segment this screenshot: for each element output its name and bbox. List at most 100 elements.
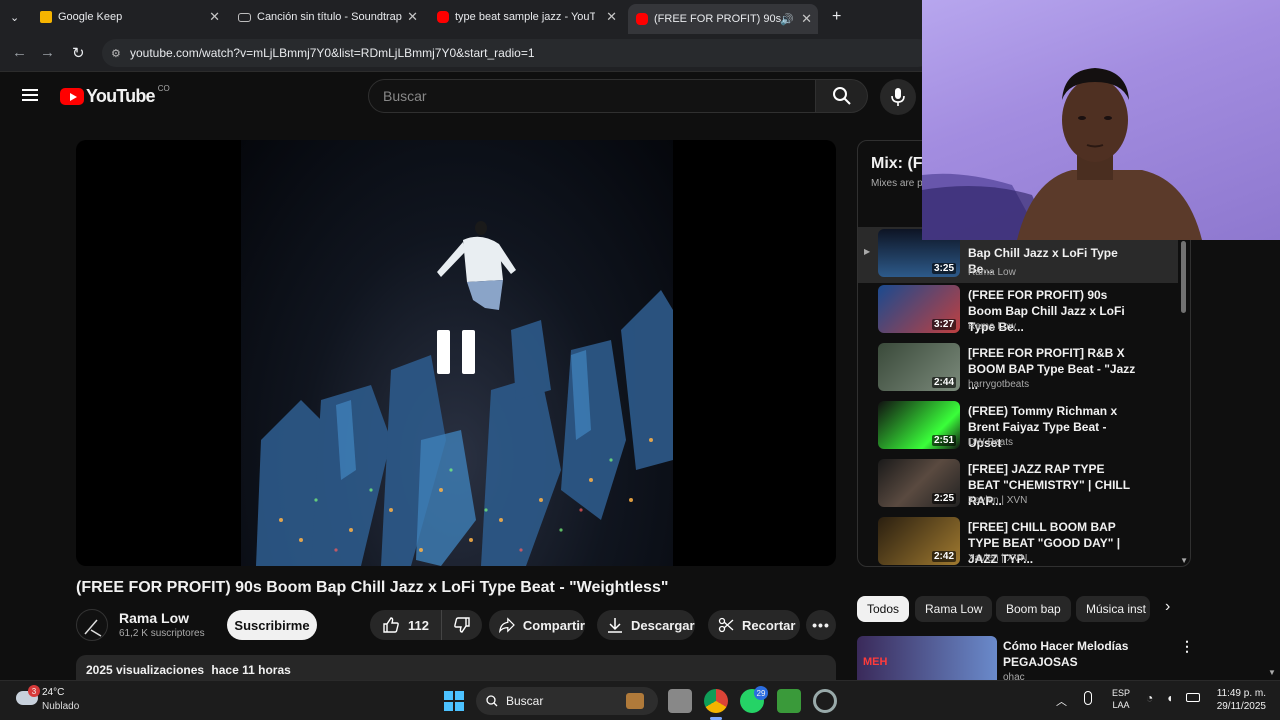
- view-count: 2025 visualizaciones: [86, 663, 205, 677]
- weather-desc: Nublado: [42, 701, 80, 712]
- duration: 2:51: [931, 435, 956, 446]
- more-horizontal-icon: •••: [812, 617, 830, 633]
- weather-widget[interactable]: 3 24°C Nublado: [14, 685, 94, 717]
- playlist-scrollbar[interactable]: [1181, 241, 1186, 313]
- video-player[interactable]: [76, 140, 836, 566]
- share-icon: [499, 617, 515, 633]
- duration: 2:42: [931, 551, 956, 562]
- upload-time: hace 11 horas: [211, 663, 291, 677]
- scroll-down-icon[interactable]: ▼: [1180, 556, 1188, 565]
- address-bar[interactable]: ⚙ youtube.com/watch?v=mLjLBmmj7Y0&list=R…: [102, 39, 932, 67]
- scissors-icon: [718, 617, 734, 633]
- download-icon: [608, 618, 622, 633]
- url-text: youtube.com/watch?v=mLjLBmmj7Y0&list=RDm…: [130, 46, 535, 60]
- settings-gear-icon[interactable]: [813, 689, 837, 713]
- youtube-header: YouTube CO Buscar: [0, 72, 922, 128]
- speaker-icon[interactable]: 🔊: [780, 13, 794, 26]
- tab-label: Canción sin título - Soundtrap: [257, 11, 402, 23]
- search-input[interactable]: Buscar: [368, 79, 816, 113]
- youtube-logo[interactable]: YouTube CO: [60, 84, 170, 107]
- playlist-item-channel: Xavien | XVN: [968, 553, 1028, 564]
- search-placeholder: Buscar: [383, 88, 427, 104]
- close-icon[interactable]: ✕: [407, 9, 418, 25]
- microphone-icon[interactable]: [1084, 691, 1092, 705]
- chrome-icon[interactable]: [704, 689, 728, 713]
- more-actions-button[interactable]: •••: [806, 610, 836, 640]
- chip-musica-inst[interactable]: Música inst: [1076, 596, 1150, 622]
- playlist-item-channel: Rama Low: [968, 267, 1016, 278]
- forward-icon[interactable]: →: [40, 44, 55, 61]
- search-button[interactable]: [816, 79, 868, 113]
- youtube-icon: [437, 11, 449, 23]
- volume-icon[interactable]: ◖: [1166, 691, 1173, 705]
- weather-temp: 24°C: [42, 687, 65, 698]
- site-info-icon[interactable]: ⚙: [111, 47, 121, 60]
- clip-button[interactable]: Recortar: [708, 610, 800, 640]
- browser-tab-bar: ⌄ Google Keep ✕ Canción sin título - Sou…: [0, 0, 922, 34]
- clock[interactable]: 11:49 p. m. 29/11/2025: [1210, 687, 1266, 713]
- file-explorer-icon[interactable]: [668, 689, 692, 713]
- language-top: ESP: [1112, 688, 1131, 698]
- channel-name[interactable]: Rama Low: [119, 610, 189, 626]
- recommended-title[interactable]: Cómo Hacer Melodías PEGAJOSAS: [1003, 638, 1143, 670]
- taskbar-search-label: Buscar: [506, 694, 544, 708]
- dislike-button[interactable]: [442, 610, 482, 640]
- windows-start-icon[interactable]: [444, 691, 464, 711]
- close-icon[interactable]: ✕: [801, 11, 812, 27]
- menu-icon[interactable]: [22, 89, 38, 101]
- share-button[interactable]: Compartir: [489, 610, 585, 640]
- windows-taskbar: 3 24°C Nublado Buscar 29 ︿ ESP LAA ◔ ◖ 1…: [0, 680, 1280, 720]
- playlist-item[interactable]: 3:27 (FREE FOR PROFIT) 90s Boom Bap Chil…: [858, 285, 1178, 337]
- chip-todos[interactable]: Todos: [857, 596, 910, 622]
- recommended-thumbnail[interactable]: MEH: [857, 636, 997, 680]
- playlist-item[interactable]: 2:42 [FREE] CHILL BOOM BAP TYPE BEAT "GO…: [858, 517, 1178, 566]
- battery-icon[interactable]: [1186, 693, 1200, 702]
- microphone-icon: [891, 88, 905, 106]
- chip-label: Boom bap: [1006, 602, 1061, 616]
- webcam-overlay: [922, 0, 1280, 240]
- chevron-up-icon[interactable]: ︿: [1056, 693, 1067, 709]
- more-vertical-icon[interactable]: ⋮: [1180, 638, 1194, 655]
- like-button[interactable]: 112: [370, 610, 442, 640]
- weather-badge: 3: [28, 685, 40, 697]
- playlist-item[interactable]: 2:25 [FREE] JAZZ RAP TYPE BEAT "CHEMISTR…: [858, 459, 1178, 511]
- language-bottom: LAA: [1112, 700, 1130, 710]
- thumbs-down-icon: [454, 617, 470, 633]
- share-label: Compartir: [522, 617, 585, 633]
- voice-search-button[interactable]: [880, 79, 916, 115]
- channel-avatar[interactable]: [76, 609, 108, 641]
- taskbar-search[interactable]: Buscar: [476, 687, 658, 715]
- subscriber-count: 61,2 K suscriptores: [119, 628, 205, 639]
- chip-rama-low[interactable]: Rama Low: [915, 596, 993, 622]
- download-button[interactable]: Descargar: [597, 610, 695, 640]
- duration: 2:25: [931, 493, 956, 504]
- tab-google-keep[interactable]: Google Keep ✕: [40, 4, 220, 30]
- tab-soundtrap[interactable]: Canción sin título - Soundtrap ✕: [238, 4, 418, 30]
- tab-current-video[interactable]: (FREE FOR PROFIT) 90s Boo 🔊 ✕: [628, 4, 818, 34]
- tab-search-menu[interactable]: ⌄: [10, 4, 19, 30]
- playlist-item-channel: harrygotbeats: [968, 379, 1030, 390]
- playlist-item[interactable]: 2:44 [FREE FOR PROFIT] R&B X BOOM BAP Ty…: [858, 343, 1178, 395]
- reload-icon[interactable]: ↻: [72, 44, 85, 62]
- tab-youtube-search[interactable]: type beat sample jazz - YouTub ✕: [437, 4, 617, 30]
- subscribe-button[interactable]: Suscribirme: [227, 610, 317, 640]
- chevron-right-icon[interactable]: ›: [1165, 598, 1170, 616]
- youtube-icon: [636, 13, 648, 25]
- clock-time: 11:49 p. m.: [1216, 688, 1266, 699]
- close-icon[interactable]: ✕: [606, 9, 617, 25]
- scroll-down-icon[interactable]: ▼: [1268, 668, 1276, 677]
- like-count: 112: [408, 617, 429, 633]
- mix-title: Mix: (FI: [871, 155, 927, 172]
- chip-boom-bap[interactable]: Boom bap: [996, 596, 1071, 622]
- playlist-item-channel: DW Beats: [968, 437, 1014, 448]
- minecraft-icon[interactable]: [777, 689, 801, 713]
- duration: 2:44: [931, 377, 956, 388]
- playlist-item[interactable]: 2:51 (FREE) Tommy Richman x Brent Faiyaz…: [858, 401, 1178, 453]
- close-icon[interactable]: ✕: [209, 9, 220, 25]
- language-indicator[interactable]: ESP LAA: [1112, 687, 1130, 711]
- new-tab-button[interactable]: +: [832, 4, 841, 30]
- pause-icon[interactable]: [437, 330, 475, 374]
- back-icon[interactable]: ←: [12, 44, 27, 61]
- thumbs-up-icon: [383, 617, 399, 633]
- wifi-icon[interactable]: ◔: [1146, 691, 1153, 705]
